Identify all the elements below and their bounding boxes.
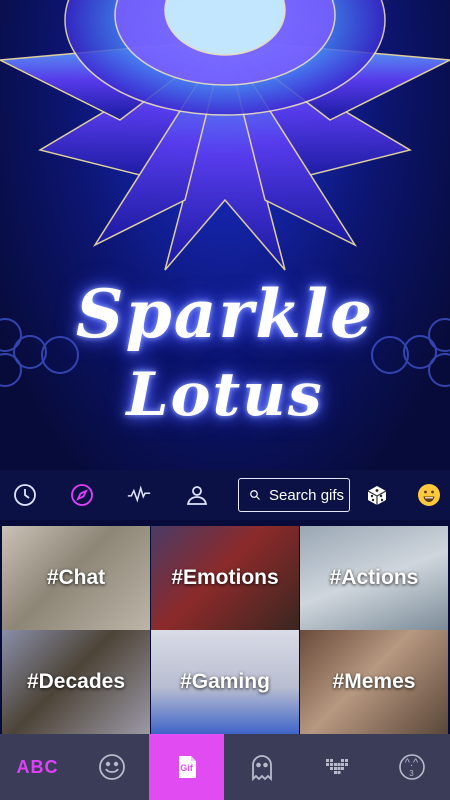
keyboard-bottom-bar: ABC Gif ^.^ 3: [0, 734, 450, 800]
abc-label: ABC: [16, 756, 59, 777]
theme-title-line1: Sparkle: [75, 275, 375, 353]
pixel-heart-icon: [325, 759, 348, 774]
search-icon: [250, 490, 260, 500]
category-emotions-tile[interactable]: #Emotions: [151, 526, 299, 630]
category-label: #Emotions: [171, 566, 279, 589]
abc-keyboard-button[interactable]: ABC: [0, 734, 75, 800]
category-label: #Memes: [332, 670, 416, 693]
gif-toolbar: [0, 470, 450, 520]
compass-icon[interactable]: [70, 483, 94, 507]
category-memes-tile[interactable]: #Memes: [300, 630, 448, 734]
gif-label: Gif: [180, 763, 193, 773]
emoji-tab[interactable]: [74, 734, 149, 800]
category-chat-tile[interactable]: #Chat: [2, 526, 150, 630]
search-input[interactable]: [269, 486, 349, 504]
smiley-icon[interactable]: [416, 482, 442, 508]
emoticon-face: ^.^: [404, 757, 419, 769]
category-label: #Decades: [26, 670, 126, 693]
waveform-icon[interactable]: [125, 483, 153, 507]
theme-preview-banner: Sparkle Lotus: [0, 0, 450, 470]
ghost-icon: [251, 755, 272, 782]
gif-tab[interactable]: Gif: [149, 734, 224, 800]
gif-category-grid: #Chat #Emotions #Actions #Decades #Gamin…: [0, 520, 450, 734]
dice-icon[interactable]: [365, 483, 389, 507]
emoticon-count: 3: [409, 769, 414, 778]
sticker-tab[interactable]: [224, 734, 299, 800]
category-gaming-tile[interactable]: #Gaming: [151, 630, 299, 734]
pixel-art-tab[interactable]: [299, 734, 374, 800]
category-label: #Chat: [46, 566, 106, 589]
emoticon-tab[interactable]: ^.^ 3: [374, 734, 449, 800]
person-icon[interactable]: [185, 483, 209, 507]
category-decades-tile[interactable]: #Decades: [2, 630, 150, 734]
category-label: #Actions: [329, 566, 419, 589]
gif-search-field[interactable]: [238, 478, 350, 512]
category-actions-tile[interactable]: #Actions: [300, 526, 448, 630]
clock-icon[interactable]: [13, 483, 37, 507]
category-label: #Gaming: [180, 670, 270, 693]
theme-title-line2: Lotus: [126, 360, 324, 430]
emoji-icon: [98, 754, 125, 780]
